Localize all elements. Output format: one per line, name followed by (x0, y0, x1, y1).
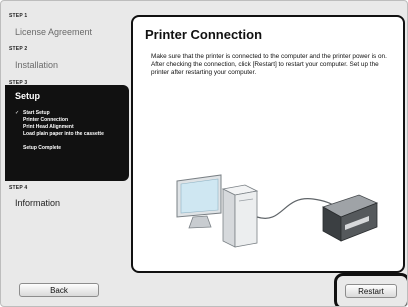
printer-connection-illustration (176, 174, 379, 248)
current-step-block: Setup ✓ Start Setup Printer Connection P… (5, 85, 129, 181)
instruction-text: Make sure that the printer is connected … (151, 53, 387, 76)
substep-load-paper: Load plain paper into the cassette (23, 131, 104, 137)
back-button[interactable]: Back (19, 283, 99, 297)
step2-label: STEP 2 (9, 46, 28, 52)
step1-label: STEP 1 (9, 13, 28, 19)
monitor-icon (176, 174, 222, 229)
computer-tower-icon (221, 184, 259, 248)
substep-print-head-alignment: Print Head Alignment (23, 124, 74, 130)
restart-highlight-callout (334, 273, 407, 306)
step4-title: Information (15, 198, 61, 208)
page-title: Printer Connection (145, 27, 263, 42)
printer-icon (322, 194, 379, 242)
current-step-title: Setup (15, 91, 41, 101)
substep-printer-connection: Printer Connection (23, 117, 69, 123)
step1-title: License Agreement (15, 27, 93, 37)
content-panel: Printer Connection Make sure that the pr… (131, 15, 405, 273)
step4-label: STEP 4 (9, 185, 28, 191)
installer-window: STEP 1 License Agreement STEP 2 Installa… (0, 0, 408, 307)
checkmark-icon: ✓ (15, 110, 20, 116)
step2-title: Installation (15, 60, 59, 70)
substep-start-setup: Start Setup (23, 110, 50, 116)
substep-setup-complete: Setup Complete (23, 145, 62, 151)
